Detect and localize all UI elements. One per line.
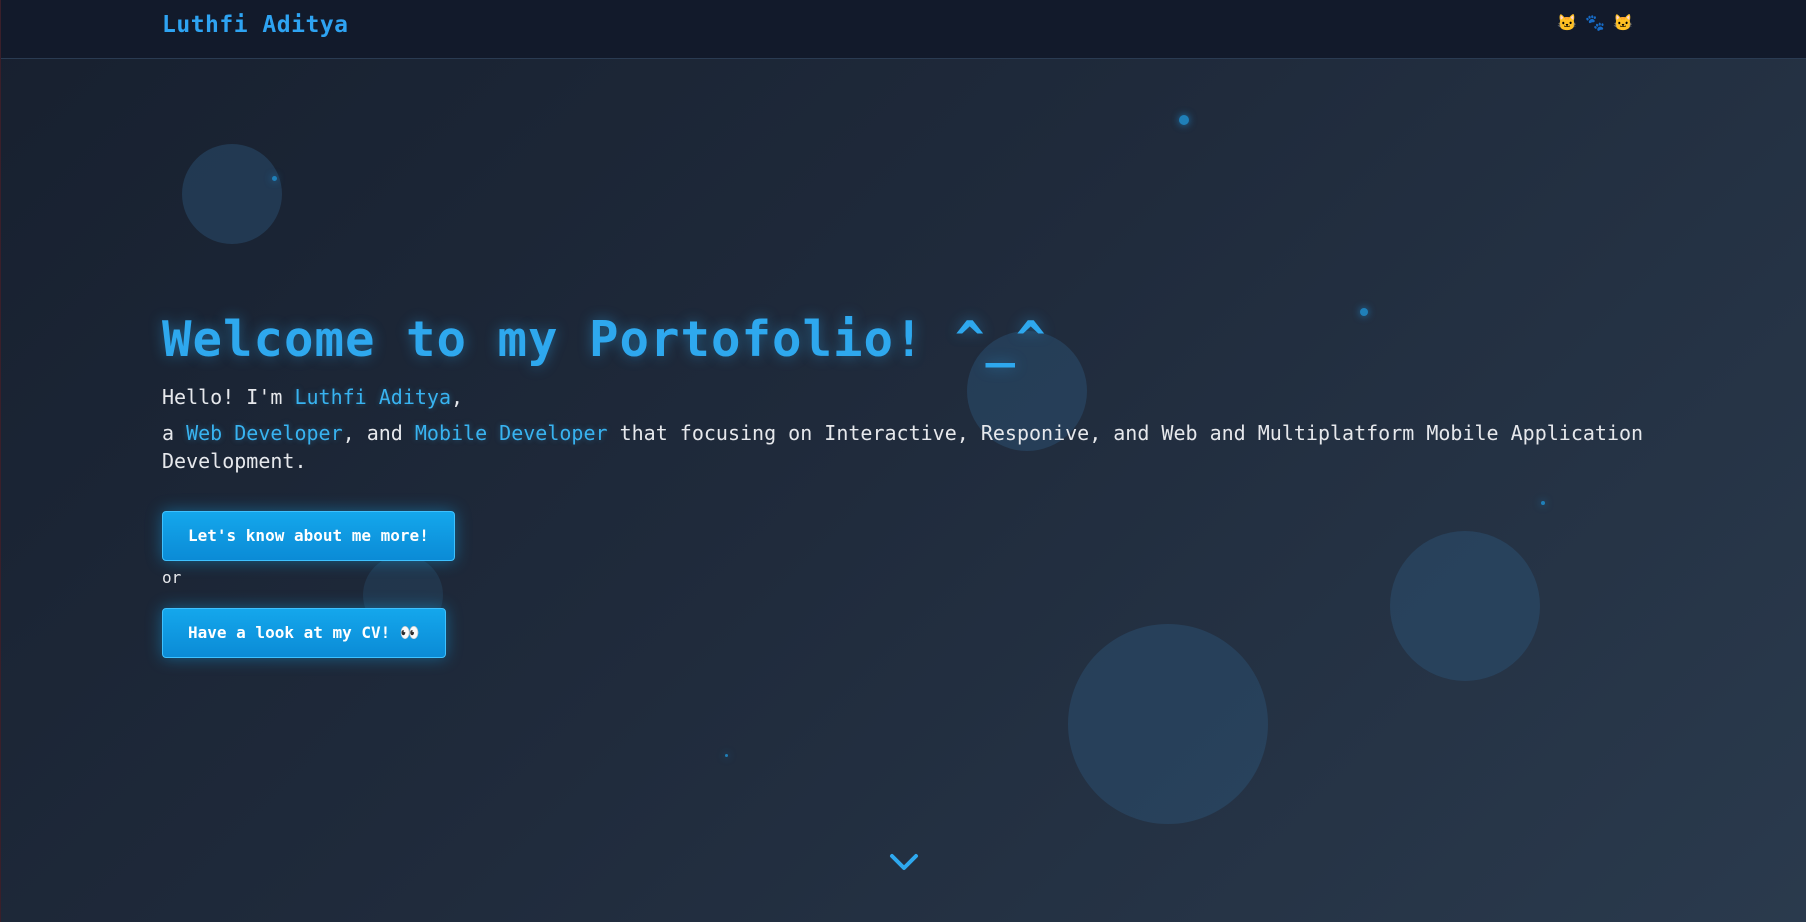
decor-dot (272, 176, 277, 181)
or-separator: or (162, 568, 182, 587)
hero-title: Welcome to my Portofolio! ^_^ (162, 311, 1047, 368)
decor-dot (1541, 501, 1545, 505)
role-mobile-developer: Mobile Developer (414, 421, 608, 445)
brand-logo-text[interactable]: Luthfi Aditya (162, 12, 349, 38)
about-me-button[interactable]: Let's know about me more! (162, 511, 455, 561)
decor-dot (725, 754, 728, 757)
chevron-down-icon[interactable] (888, 850, 920, 876)
greeting-prefix: Hello! I'm (162, 385, 295, 409)
decor-bubble (1068, 624, 1268, 824)
hero-greeting: Hello! I'm Luthfi Aditya, (162, 383, 1652, 411)
page: Luthfi Aditya 🐱 🐾 🐱 Welcome to my Portof… (0, 0, 1806, 922)
cat-face-icon[interactable]: 🐱 (1612, 12, 1634, 34)
view-cv-button[interactable]: Have a look at my CV! 👀 (162, 608, 446, 658)
greeting-suffix: , (451, 385, 464, 409)
role-web-developer: Web Developer (186, 421, 343, 445)
hero-section: Welcome to my Portofolio! ^_^ Hello! I'm… (162, 310, 1652, 475)
paw-icon[interactable]: 🐾 (1584, 12, 1606, 34)
nav-icons: 🐱 🐾 🐱 (1556, 12, 1634, 34)
navbar: Luthfi Aditya 🐱 🐾 🐱 (1, 0, 1806, 59)
desc-mid: , and (342, 421, 415, 445)
decor-bubble (182, 144, 282, 244)
hero-description: a Web Developer, and Mobile Developer th… (162, 419, 1652, 475)
decor-dot (1179, 115, 1189, 125)
decor-bubble (1390, 531, 1540, 681)
name-highlight: Luthfi Aditya (294, 385, 451, 409)
cat-face-icon[interactable]: 🐱 (1556, 12, 1578, 34)
desc-prefix: a (162, 421, 187, 445)
